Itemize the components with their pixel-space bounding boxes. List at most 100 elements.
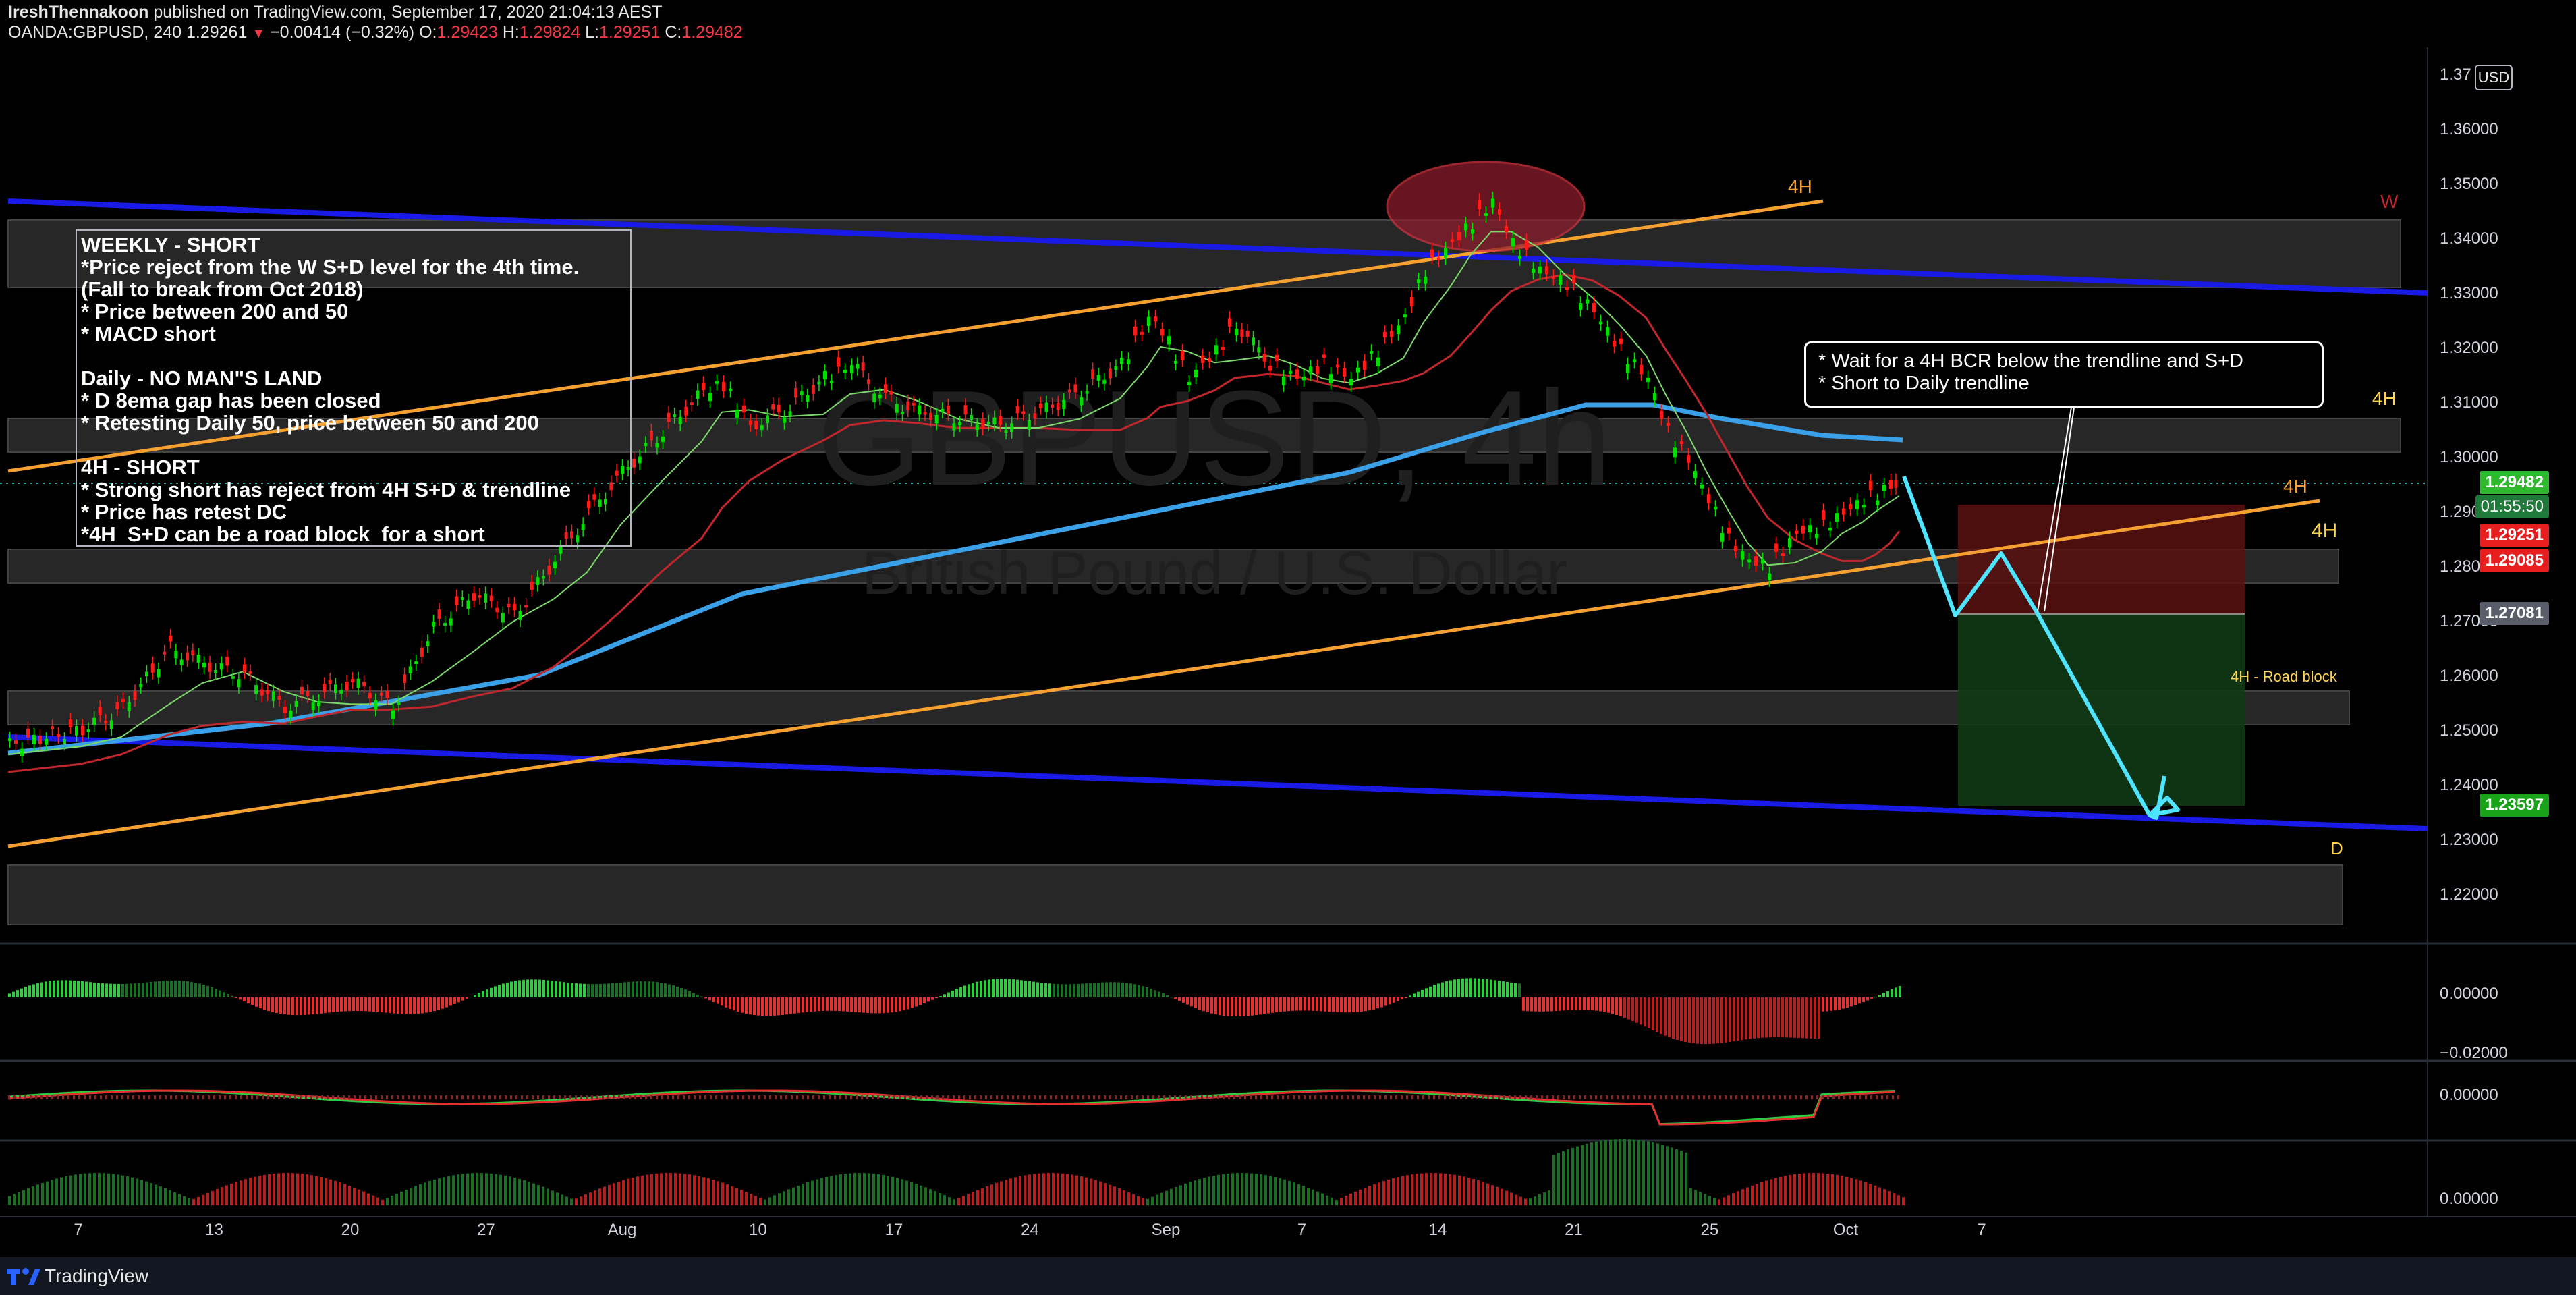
candle[interactable] xyxy=(702,383,705,391)
candle[interactable] xyxy=(975,424,979,430)
candle[interactable] xyxy=(1599,321,1602,325)
candle[interactable] xyxy=(186,652,189,661)
candle[interactable] xyxy=(518,611,522,620)
candle[interactable] xyxy=(1228,318,1231,327)
candle[interactable] xyxy=(1437,257,1440,260)
candle[interactable] xyxy=(1646,377,1650,383)
candle[interactable] xyxy=(1619,338,1623,345)
candle[interactable] xyxy=(1667,422,1670,426)
candle[interactable] xyxy=(306,691,310,697)
candle[interactable] xyxy=(489,595,493,601)
candle[interactable] xyxy=(1397,325,1400,334)
candle[interactable] xyxy=(667,412,671,422)
candle[interactable] xyxy=(214,669,218,673)
candle[interactable] xyxy=(507,603,511,607)
candle[interactable] xyxy=(1768,573,1771,580)
candle[interactable] xyxy=(260,689,264,696)
candle[interactable] xyxy=(553,561,557,568)
candle[interactable] xyxy=(1774,543,1778,552)
author-name[interactable]: IreshThennakoon xyxy=(8,3,148,22)
candle[interactable] xyxy=(638,456,642,464)
candle[interactable] xyxy=(1889,480,1893,489)
candle[interactable] xyxy=(1565,287,1569,290)
candle[interactable] xyxy=(1039,403,1042,408)
candle[interactable] xyxy=(133,691,137,700)
candle[interactable] xyxy=(1720,532,1724,542)
candle[interactable] xyxy=(524,605,528,608)
candle[interactable] xyxy=(729,388,732,391)
candle[interactable] xyxy=(1370,351,1373,354)
candle[interactable] xyxy=(777,404,781,413)
candle[interactable] xyxy=(992,417,997,425)
candle[interactable] xyxy=(1464,223,1467,231)
candle[interactable] xyxy=(121,699,125,702)
candle[interactable] xyxy=(1056,403,1060,410)
candle[interactable] xyxy=(1181,350,1184,360)
candle[interactable] xyxy=(1027,420,1031,430)
candle[interactable] xyxy=(115,702,119,709)
candle[interactable] xyxy=(1795,530,1798,534)
candle[interactable] xyxy=(794,388,798,398)
tag-daily[interactable]: D xyxy=(2330,838,2343,858)
candle[interactable] xyxy=(109,720,113,729)
candle[interactable] xyxy=(1133,326,1137,336)
candle[interactable] xyxy=(1862,505,1866,508)
candle[interactable] xyxy=(1015,406,1019,414)
candle[interactable] xyxy=(169,635,172,642)
candle[interactable] xyxy=(174,651,178,659)
candle[interactable] xyxy=(1221,346,1225,350)
candle[interactable] xyxy=(1257,347,1261,353)
candle[interactable] xyxy=(536,577,540,585)
candle[interactable] xyxy=(771,404,775,410)
candle[interactable] xyxy=(861,362,865,371)
candle[interactable] xyxy=(1653,393,1656,401)
candle[interactable] xyxy=(1051,404,1055,408)
candle[interactable] xyxy=(1869,480,1872,491)
candle[interactable] xyxy=(1538,266,1542,274)
candle[interactable] xyxy=(356,678,360,688)
candle[interactable] xyxy=(1322,354,1326,358)
candle[interactable] xyxy=(323,684,327,692)
candle[interactable] xyxy=(443,622,447,626)
candle[interactable] xyxy=(952,423,956,431)
candle[interactable] xyxy=(1808,525,1812,533)
candle[interactable] xyxy=(20,748,24,756)
candle[interactable] xyxy=(345,682,349,691)
candle[interactable] xyxy=(311,702,315,711)
candle[interactable] xyxy=(649,431,653,441)
candle[interactable] xyxy=(179,659,184,665)
candle[interactable] xyxy=(1096,375,1100,381)
candle[interactable] xyxy=(1289,370,1292,374)
candle[interactable] xyxy=(1004,429,1008,433)
candle[interactable] xyxy=(1403,314,1407,318)
candle[interactable] xyxy=(277,696,281,700)
candle[interactable] xyxy=(884,384,887,393)
candle[interactable] xyxy=(1114,366,1118,370)
candle[interactable] xyxy=(541,576,545,579)
candle[interactable] xyxy=(208,662,212,672)
candle[interactable] xyxy=(1062,399,1066,410)
candle[interactable] xyxy=(946,405,950,414)
candle[interactable] xyxy=(391,710,395,719)
candle[interactable] xyxy=(1309,366,1312,375)
candle[interactable] xyxy=(1174,360,1177,364)
tradingview-brand[interactable]: TradingView xyxy=(45,1265,148,1287)
candle[interactable] xyxy=(237,679,241,688)
tag-roadblock[interactable]: 4H - Road block xyxy=(2231,668,2338,685)
candle[interactable] xyxy=(1390,331,1393,337)
candle[interactable] xyxy=(1680,441,1683,445)
candle[interactable] xyxy=(684,406,688,416)
candle[interactable] xyxy=(735,410,739,418)
candle[interactable] xyxy=(923,412,927,415)
candle[interactable] xyxy=(157,669,161,678)
candle[interactable] xyxy=(1383,331,1387,337)
candle[interactable] xyxy=(1505,226,1508,232)
candle[interactable] xyxy=(760,425,764,431)
candle[interactable] xyxy=(850,365,853,373)
candle[interactable] xyxy=(843,370,847,373)
candle[interactable] xyxy=(1262,354,1266,362)
candle[interactable] xyxy=(1606,327,1609,336)
candle[interactable] xyxy=(339,690,343,694)
candle[interactable] xyxy=(408,666,412,673)
candle[interactable] xyxy=(437,609,441,619)
